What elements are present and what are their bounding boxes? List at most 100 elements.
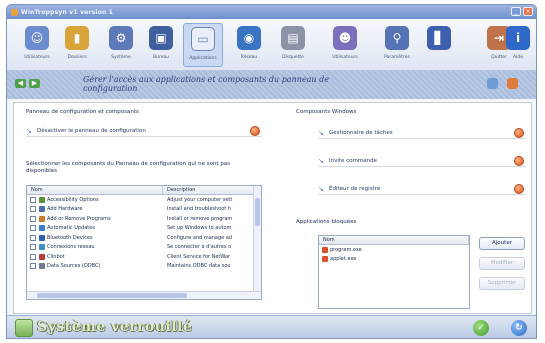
toolbar-item-folders[interactable]: ▮ Dossiers — [57, 23, 97, 67]
users-icon: ☺ — [25, 26, 49, 50]
component-name: Clinbot — [47, 253, 65, 260]
component-icon — [39, 253, 45, 260]
registry-editor-option[interactable]: ↘ Éditeur de registre — [318, 183, 526, 195]
help-icon: i — [506, 26, 530, 50]
toolbar-item-account-users[interactable]: ☻ Utilisateurs — [325, 23, 365, 67]
option-label: Gestionnaire de tâches — [329, 129, 393, 136]
blocked-apps-list[interactable]: Nom program.exe applet.exe — [318, 235, 470, 309]
toolbar-label: Bureau — [152, 55, 170, 60]
component-name: Bluetooth Devices — [47, 234, 93, 241]
disabled-status-icon[interactable] — [514, 156, 524, 166]
refresh-button[interactable]: ↻ — [511, 320, 527, 336]
table-row[interactable]: Automatic Updates Set up Windows to autom — [27, 224, 261, 234]
component-icon — [39, 244, 45, 251]
apply-button[interactable]: ✓ — [473, 320, 489, 336]
toolbar-label: Aide — [513, 55, 523, 60]
folders-icon: ▮ — [65, 26, 89, 50]
window-controls: _ × — [511, 7, 533, 16]
toolbar-item-settings-search[interactable]: ⚲ Paramètres — [377, 23, 417, 67]
toolbar-item-applications[interactable]: ▭ Applications — [183, 23, 223, 67]
disabled-status-icon[interactable] — [514, 184, 524, 194]
toolbar-item-help[interactable]: i Aide — [505, 23, 531, 67]
row-checkbox[interactable] — [30, 234, 36, 241]
column-name[interactable]: Nom — [27, 186, 163, 194]
settings-search-icon: ⚲ — [385, 26, 409, 50]
horizontal-scrollbar[interactable] — [27, 291, 261, 299]
toolbar-item-floppy[interactable]: ▤ Disquette — [273, 23, 313, 67]
component-description: Install and troubleshoot h — [167, 206, 232, 213]
table-row[interactable]: Data Sources (ODBC) Maintains ODBC data s… — [27, 262, 261, 272]
close-button[interactable]: × — [523, 7, 533, 16]
component-icon — [39, 215, 45, 222]
row-checkbox[interactable] — [30, 215, 36, 222]
list-item[interactable]: program.exe — [319, 245, 469, 255]
account-users-icon: ☻ — [333, 26, 357, 50]
toolbar-item-desktop[interactable]: ▣ Bureau — [141, 23, 181, 67]
row-checkbox[interactable] — [30, 263, 36, 270]
system-icon: ⚙ — [109, 26, 133, 50]
row-checkbox[interactable] — [30, 206, 36, 213]
desktop-icon: ▣ — [149, 26, 173, 50]
option-label: Éditeur de registre — [329, 185, 381, 192]
toolbar-item-users[interactable]: ☺ Utilisateurs — [17, 23, 57, 67]
window-title: WinTroppsyn v1 version 1 — [21, 8, 114, 16]
component-icon — [39, 206, 45, 213]
list-header: Nom — [319, 236, 469, 245]
components-description: Sélectionner les composants du Panneau d… — [26, 161, 231, 174]
shield-icon[interactable] — [507, 78, 518, 89]
refresh-icon[interactable] — [487, 78, 498, 89]
add-button[interactable]: Ajouter — [479, 237, 525, 250]
component-description: Adjust your computer sett — [167, 196, 233, 203]
option-label: Désactiver le panneau de configuration — [37, 127, 146, 134]
component-description: Se connecter à d'autres o — [167, 244, 232, 251]
table-row[interactable]: Add Hardware Install and troubleshoot h — [27, 205, 261, 215]
table-row[interactable]: Connexions réseau Se connecter à d'autres… — [27, 243, 261, 253]
component-name: Data Sources (ODBC) — [47, 263, 101, 270]
toolbar-label: Dossiers — [67, 55, 87, 60]
component-description: Client Service for NetWar — [167, 253, 231, 260]
column-name[interactable]: Nom — [319, 236, 469, 244]
toolbar-label: Système — [111, 55, 131, 60]
toolbar-label: Utilisateurs — [24, 55, 50, 60]
toolbar-label: Utilisateurs — [332, 55, 358, 60]
toolbar-item-network[interactable]: ◉ Réseau — [229, 23, 269, 67]
minimize-button[interactable]: _ — [511, 7, 521, 16]
command-prompt-option[interactable]: ↘ Invite commande — [318, 155, 526, 167]
forward-arrow-icon[interactable]: ▶ — [29, 79, 40, 88]
toolbar-item-book[interactable]: ▋ — [419, 23, 459, 67]
component-name: Connexions réseau — [47, 244, 95, 251]
row-checkbox[interactable] — [30, 244, 36, 251]
book-icon: ▋ — [427, 26, 451, 50]
table-row[interactable]: Add or Remove Programs Install or remove … — [27, 214, 261, 224]
cursor-icon: ↘ — [318, 184, 324, 193]
remove-button[interactable]: Supprimer — [479, 277, 525, 290]
component-icon — [39, 225, 45, 232]
title-bar: WinTroppsyn v1 version 1 _ × — [7, 5, 536, 19]
row-checkbox[interactable] — [30, 225, 36, 232]
disabled-status-icon[interactable] — [250, 126, 260, 136]
option-label: Invite commande — [329, 157, 378, 164]
disable-control-panel-option[interactable]: ↘ Désactiver le panneau de configuration — [26, 125, 262, 137]
toolbar-item-system[interactable]: ⚙ Système — [101, 23, 141, 67]
list-header: Nom Description — [27, 186, 261, 195]
back-arrow-icon[interactable]: ◀ — [15, 79, 26, 88]
exe-icon — [322, 256, 328, 263]
task-manager-option[interactable]: ↘ Gestionnaire de tâches — [318, 127, 526, 139]
table-row[interactable]: Accessibility Options Adjust your compute… — [27, 195, 261, 205]
column-description[interactable]: Description — [163, 186, 261, 194]
lock-status-text: Système verrouillé — [37, 319, 193, 335]
disabled-status-icon[interactable] — [514, 128, 524, 138]
modify-button[interactable]: Modifier — [479, 257, 525, 270]
row-checkbox[interactable] — [30, 253, 36, 260]
control-panel-section-title: Panneau de configuration et composants — [26, 109, 139, 115]
row-checkbox[interactable] — [30, 196, 36, 203]
info-bar: ◀ ▶ Gérer l'accès aux applications et co… — [7, 71, 536, 99]
list-item[interactable]: applet.exe — [319, 255, 469, 265]
table-row[interactable]: Bluetooth Devices Configure and manage ad — [27, 233, 261, 243]
table-row[interactable]: Clinbot Client Service for NetWar — [27, 252, 261, 262]
vertical-scrollbar[interactable] — [253, 186, 261, 299]
status-bar: Système verrouillé ✓ ↻ — [7, 315, 536, 338]
windows-components-title: Composants Windows — [296, 109, 357, 115]
cursor-icon: ↘ — [26, 126, 32, 135]
components-list[interactable]: Nom Description Accessibility Options Adj… — [26, 185, 262, 300]
